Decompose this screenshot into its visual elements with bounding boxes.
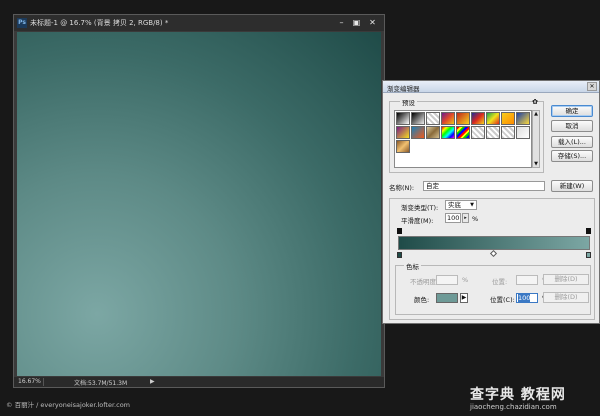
document-titlebar[interactable]: Ps 未标题-1 @ 16.7% (背景 拷贝 2, RGB/8) * – ▣ … <box>14 15 384 31</box>
site-watermark: 查字典 教程网 jiaocheng.chazidian.com <box>466 384 596 414</box>
opacity-stop-right[interactable] <box>586 228 591 234</box>
color-stop-right[interactable] <box>586 252 591 258</box>
opacity-input <box>436 275 458 285</box>
preset-swatch[interactable] <box>441 112 455 125</box>
document-canvas[interactable] <box>17 32 381 376</box>
maximize-button[interactable]: ▣ <box>351 17 362 28</box>
preset-swatches <box>394 110 532 168</box>
author-watermark: © 百丽汁 / everyoneisajoker.lofter.com <box>6 401 131 409</box>
preset-swatch[interactable] <box>501 112 515 125</box>
opacity-location-input <box>516 275 538 285</box>
color-label: 颜色: <box>414 296 430 304</box>
preset-swatch[interactable] <box>471 126 485 139</box>
delete-color-stop-button[interactable]: 删除(D) <box>543 292 589 303</box>
scroll-up-icon[interactable]: ▲ <box>533 111 539 117</box>
preset-swatch[interactable] <box>516 112 530 125</box>
smoothness-input[interactable]: 100 <box>445 213 461 223</box>
site-title: 查字典 教程网 <box>470 387 566 403</box>
preset-swatch[interactable] <box>411 112 425 125</box>
smoothness-label: 平滑度(M): <box>401 217 434 225</box>
opacity-label: 不透明度: <box>410 278 439 286</box>
preset-swatch[interactable] <box>426 126 440 139</box>
load-button[interactable]: 载入(L)... <box>551 136 593 148</box>
minimize-button[interactable]: – <box>336 17 347 28</box>
preset-swatch[interactable] <box>471 112 485 125</box>
preset-swatch[interactable] <box>456 112 470 125</box>
smoothness-stepper-icon[interactable]: ▸ <box>462 213 469 223</box>
save-button[interactable]: 存储(S)... <box>551 150 593 162</box>
opacity-stop-left[interactable] <box>397 228 402 234</box>
preset-swatch[interactable] <box>441 126 455 139</box>
presets-menu-icon[interactable]: ✿ <box>531 98 539 106</box>
color-stop-left[interactable] <box>397 252 402 258</box>
ok-button[interactable]: 确定 <box>551 105 593 117</box>
stops-label: 色标 <box>404 261 421 271</box>
name-input[interactable]: 自定 <box>423 181 545 191</box>
preset-swatch[interactable] <box>426 112 440 125</box>
document-window: Ps 未标题-1 @ 16.7% (背景 拷贝 2, RGB/8) * – ▣ … <box>13 14 385 388</box>
photoshop-icon: Ps <box>17 18 27 28</box>
scroll-down-icon[interactable]: ▼ <box>533 161 539 167</box>
preset-swatch[interactable] <box>396 112 410 125</box>
presets-group: 预设 ✿ ▲ ▼ <box>389 97 544 173</box>
smoothness-unit: % <box>472 215 479 223</box>
cancel-button[interactable]: 取消 <box>551 120 593 132</box>
preset-swatch[interactable] <box>486 126 500 139</box>
status-menu-arrow-icon[interactable]: ▶ <box>150 378 155 385</box>
gradient-type-select[interactable]: 实底 ▼ <box>445 200 477 210</box>
preset-swatch[interactable] <box>501 126 515 139</box>
preset-swatch[interactable] <box>396 140 410 153</box>
close-button[interactable]: ✕ <box>367 17 378 28</box>
gradient-type-value: 实底 <box>448 201 461 209</box>
preset-swatch[interactable] <box>411 126 425 139</box>
preset-swatch[interactable] <box>516 126 530 139</box>
location-input[interactable]: 100 <box>516 293 538 303</box>
opacity-location-label: 位置: <box>492 278 508 286</box>
document-size: 文档:53.7M/51.3M <box>74 380 128 387</box>
name-label: 名称(N): <box>389 184 415 192</box>
preset-swatch[interactable] <box>456 126 470 139</box>
site-url: jiaocheng.chazidian.com <box>470 403 557 411</box>
zoom-level[interactable]: 16.67% <box>18 378 44 386</box>
dialog-titlebar[interactable]: 渐变编辑器 ✕ <box>383 81 599 93</box>
color-menu-arrow-icon[interactable]: ▶ <box>460 293 468 303</box>
document-status-bar: 16.67% 文档:53.7M/51.3M ▶ <box>14 377 384 387</box>
location-label: 位置(C): <box>490 296 515 304</box>
new-button[interactable]: 新建(W) <box>551 180 593 192</box>
presets-scrollbar[interactable]: ▲ ▼ <box>532 110 540 168</box>
delete-opacity-stop-button: 删除(D) <box>543 274 589 285</box>
gradient-type-label: 渐变类型(T): <box>401 204 439 212</box>
gradient-bar[interactable] <box>398 236 590 250</box>
preset-swatch[interactable] <box>486 112 500 125</box>
stop-color-swatch[interactable] <box>436 293 458 303</box>
preset-swatch[interactable] <box>396 126 410 139</box>
presets-label: 预设 <box>400 97 417 107</box>
gradient-editor-dialog: 渐变编辑器 ✕ 预设 ✿ ▲ ▼ 确定 取消 载入(L)... 存储(S)...… <box>382 80 600 324</box>
opacity-unit: % <box>462 276 469 284</box>
dialog-title: 渐变编辑器 <box>387 85 420 93</box>
stops-group: 色标 不透明度: % 位置: % 删除(D) 颜色: ▶ 位置(C): 100 … <box>395 261 591 315</box>
location-value: 100 <box>518 294 531 302</box>
dialog-close-icon[interactable]: ✕ <box>587 82 597 91</box>
chevron-down-icon: ▼ <box>470 202 474 208</box>
document-title: 未标题-1 @ 16.7% (背景 拷贝 2, RGB/8) * <box>30 19 169 27</box>
